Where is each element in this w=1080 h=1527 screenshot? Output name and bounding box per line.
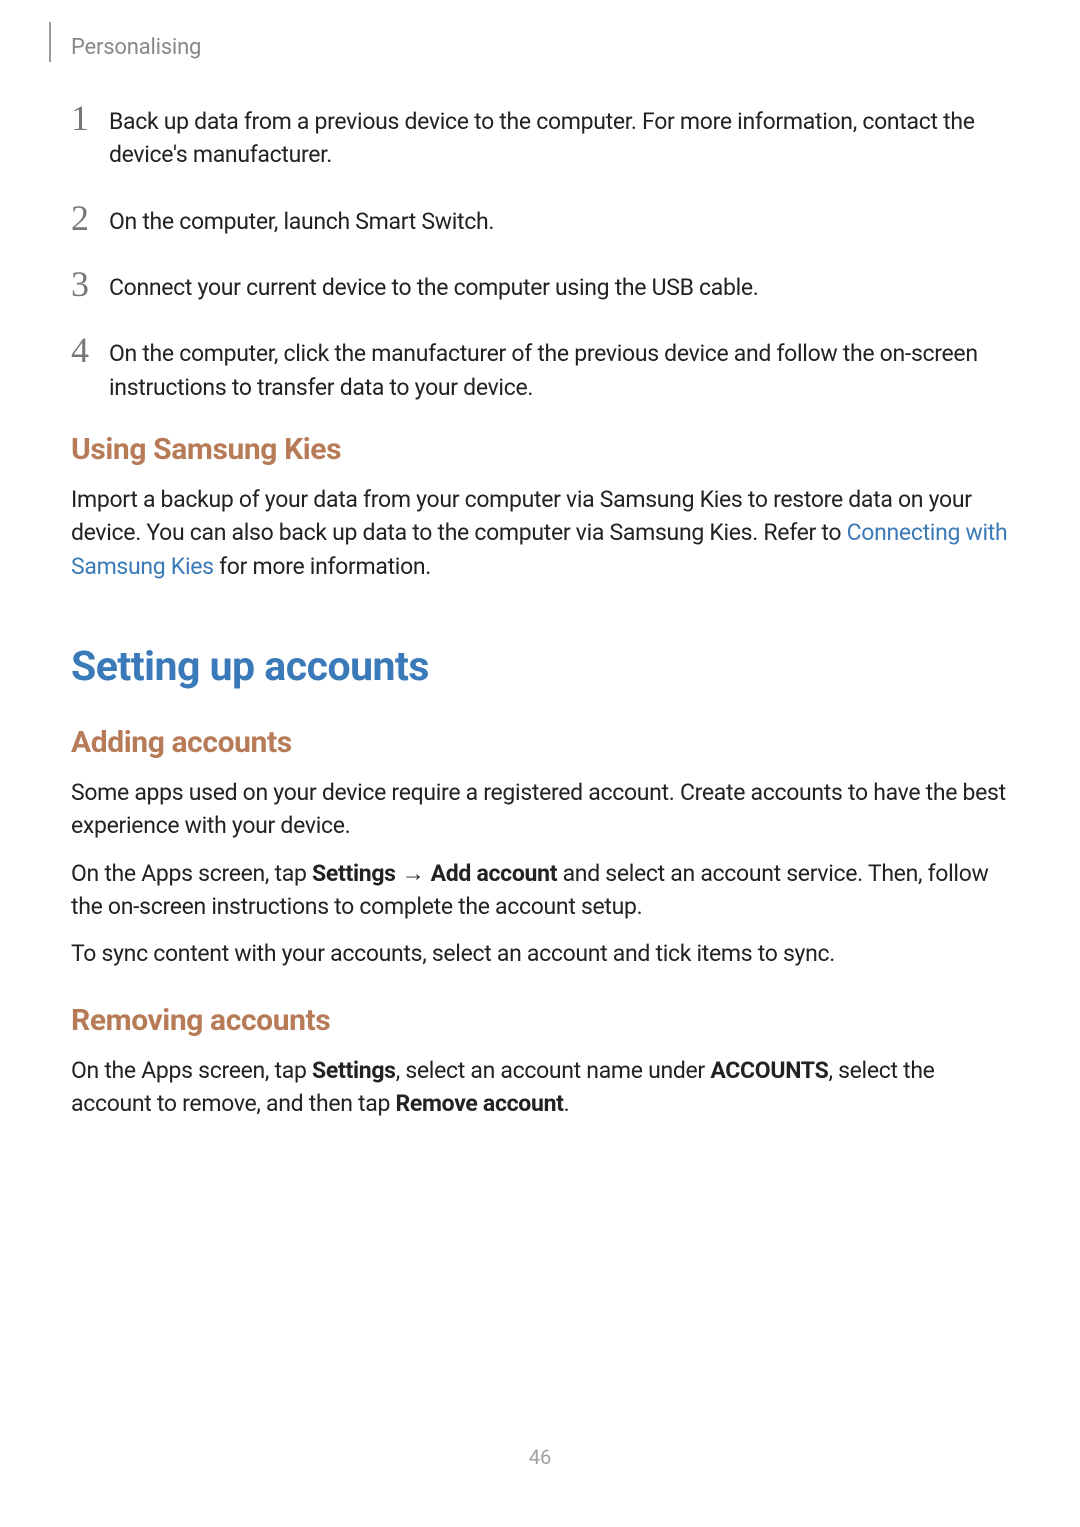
step-3: 3 Connect your current device to the com…	[71, 266, 1009, 304]
page-content: 1 Back up data from a previous device to…	[71, 100, 1009, 1135]
p2-prefix: On the Apps screen, tap	[71, 860, 312, 887]
r-suffix: .	[564, 1090, 570, 1117]
p2-settings: Settings	[312, 860, 396, 887]
step-1: 1 Back up data from a previous device to…	[71, 100, 1009, 172]
r-accounts: ACCOUNTS	[710, 1057, 828, 1084]
heading-removing-accounts: Removing accounts	[71, 1003, 1009, 1038]
r-remove-account: Remove account	[396, 1090, 564, 1117]
r-mid1: , select an account name under	[396, 1057, 711, 1084]
adding-p1: Some apps used on your device require a …	[71, 776, 1009, 843]
step-number: 2	[71, 200, 109, 236]
step-text: Connect your current device to the compu…	[109, 266, 759, 304]
header-marker	[49, 22, 51, 62]
removing-p1: On the Apps screen, tap Settings, select…	[71, 1054, 1009, 1121]
step-2: 2 On the computer, launch Smart Switch.	[71, 200, 1009, 238]
r-settings: Settings	[312, 1057, 396, 1084]
heading-using-samsung-kies: Using Samsung Kies	[71, 432, 1009, 467]
step-4: 4 On the computer, click the manufacture…	[71, 332, 1009, 404]
step-number: 3	[71, 266, 109, 302]
arrow-icon: →	[396, 860, 431, 886]
step-text: On the computer, launch Smart Switch.	[109, 200, 494, 238]
step-text: On the computer, click the manufacturer …	[109, 332, 1009, 404]
kies-text-before: Import a backup of your data from your c…	[71, 486, 972, 546]
section-header: Personalising	[71, 35, 201, 60]
page-number: 46	[0, 1445, 1080, 1469]
adding-p2: On the Apps screen, tap Settings → Add a…	[71, 857, 1009, 924]
adding-p3: To sync content with your accounts, sele…	[71, 937, 1009, 970]
kies-paragraph: Import a backup of your data from your c…	[71, 483, 1009, 583]
heading-setting-up-accounts: Setting up accounts	[71, 643, 1009, 691]
step-text: Back up data from a previous device to t…	[109, 100, 1009, 172]
p2-add-account: Add account	[431, 860, 558, 887]
r-prefix: On the Apps screen, tap	[71, 1057, 312, 1084]
kies-text-after: for more information.	[214, 553, 431, 580]
heading-adding-accounts: Adding accounts	[71, 725, 1009, 760]
step-number: 4	[71, 332, 109, 368]
step-number: 1	[71, 100, 109, 136]
